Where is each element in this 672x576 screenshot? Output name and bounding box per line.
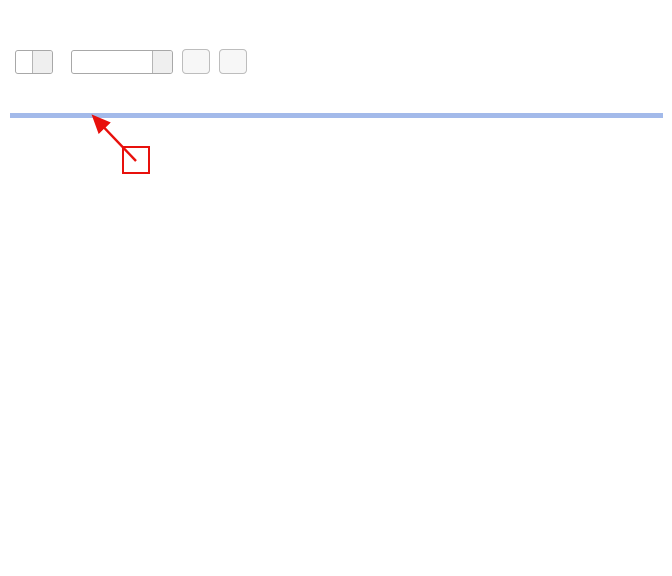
chevron-down-icon xyxy=(152,51,172,73)
annotation-box-star xyxy=(122,146,150,174)
dashboard-select-value xyxy=(72,51,152,73)
export-pdf-button[interactable] xyxy=(219,49,247,74)
context-select-value xyxy=(16,51,32,73)
refresh-button[interactable] xyxy=(182,49,210,74)
tab-underline xyxy=(10,113,663,118)
chevron-down-icon xyxy=(32,51,52,73)
toolbar xyxy=(6,49,247,74)
dashboard-select[interactable] xyxy=(71,50,173,74)
context-select[interactable] xyxy=(15,50,53,74)
